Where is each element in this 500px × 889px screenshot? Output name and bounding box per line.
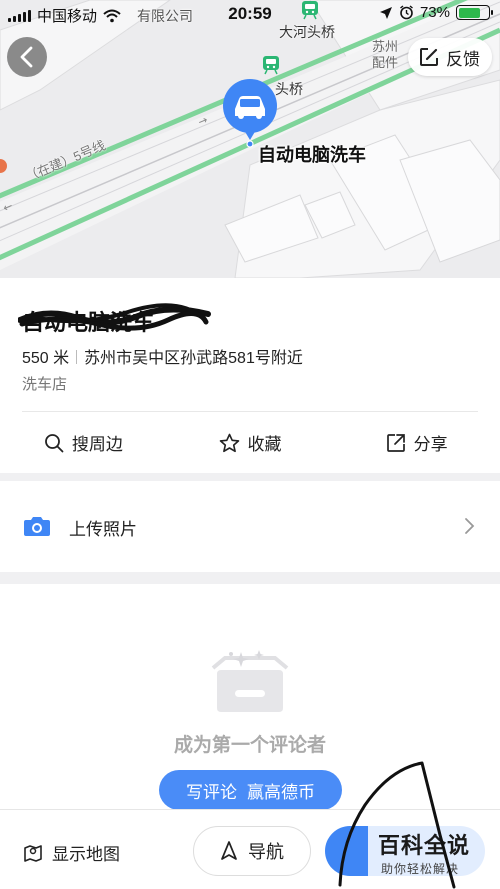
status-right: 73% (379, 4, 493, 21)
search-nearby-label: 搜周边 (71, 435, 123, 454)
reward-label: 赢高德币 (247, 782, 315, 802)
metro-station-icon (263, 56, 279, 75)
search-nearby-button[interactable]: 搜周边 (0, 412, 167, 473)
share-button[interactable]: 分享 (333, 412, 500, 473)
navigate-button[interactable]: 导航 (193, 826, 311, 876)
map-pin-icon (24, 844, 42, 862)
empty-box-icon (211, 650, 289, 712)
wifi-icon (103, 9, 121, 22)
action-row: 搜周边 收藏 分享 (0, 412, 500, 473)
feedback-button[interactable]: 反馈 (408, 38, 492, 76)
signal-icon (8, 9, 31, 22)
empty-reviews-text: 成为第一个评论者 (173, 735, 326, 756)
share-icon (386, 433, 405, 452)
search-icon (44, 433, 64, 452)
chevron-right-icon (465, 518, 475, 534)
battery-icon (456, 5, 493, 20)
status-bar: 中国移动 20:59 73% (0, 0, 500, 30)
divider (76, 350, 78, 364)
poi-address: 苏州市吴中区孙武路581号附近 (84, 350, 303, 367)
navigate-label: 导航 (248, 842, 284, 862)
feedback-label: 反馈 (446, 49, 480, 69)
back-button[interactable] (7, 37, 47, 77)
watermark-subtitle: 助你轻松解决 (381, 862, 460, 876)
upload-photo-label: 上传照片 (69, 520, 137, 539)
reviews-section: 成为第一个评论者 写评论 赢高德币 (0, 584, 500, 810)
share-label: 分享 (413, 435, 448, 454)
show-map-button[interactable]: 显示地图 (22, 840, 120, 865)
star-icon (219, 433, 239, 452)
edit-square-icon (420, 48, 438, 66)
watermark-title: 百科全说 (378, 833, 471, 858)
poi-pin-car-icon[interactable] (220, 78, 280, 148)
poi-distance: 550 米 (22, 350, 70, 367)
map-view[interactable]: ← → 有限公司 大河头桥 头桥 苏州 配件 （在建）5号线 中国移动 20:5… (0, 0, 500, 278)
camera-icon (24, 517, 50, 536)
poi-address-line: 550 米苏州市吴中区孙武路581号附近 (22, 344, 303, 368)
show-map-label: 显示地图 (52, 845, 120, 864)
carrier-name: 中国移动 (37, 8, 98, 25)
favorite-button[interactable]: 收藏 (167, 412, 334, 473)
location-arrow-icon (379, 6, 392, 19)
battery-percent: 73% (419, 4, 450, 21)
write-review-button[interactable]: 写评论 赢高德币 (159, 770, 342, 810)
poi-info-card: 自动电脑洗车 550 米苏州市吴中区孙武路581号附近 洗车店 搜周边 收藏 分… (0, 278, 500, 473)
alarm-icon (400, 5, 413, 20)
redaction-scribble (18, 303, 211, 331)
status-left: 中国移动 (8, 5, 121, 26)
navigation-arrow-icon (221, 841, 237, 860)
map-poi-label: 自动电脑洗车 (258, 145, 366, 165)
write-review-label: 写评论 (186, 782, 237, 802)
upload-photo-row[interactable]: 上传照片 (0, 481, 500, 572)
watermark-logo: 百科全说 助你轻松解决 (368, 818, 492, 886)
poi-category: 洗车店 (22, 376, 68, 393)
map-label-business-2: 配件 (372, 55, 399, 70)
battery-fill (458, 7, 480, 18)
back-arrow-icon (20, 46, 33, 68)
favorite-label: 收藏 (247, 435, 282, 454)
